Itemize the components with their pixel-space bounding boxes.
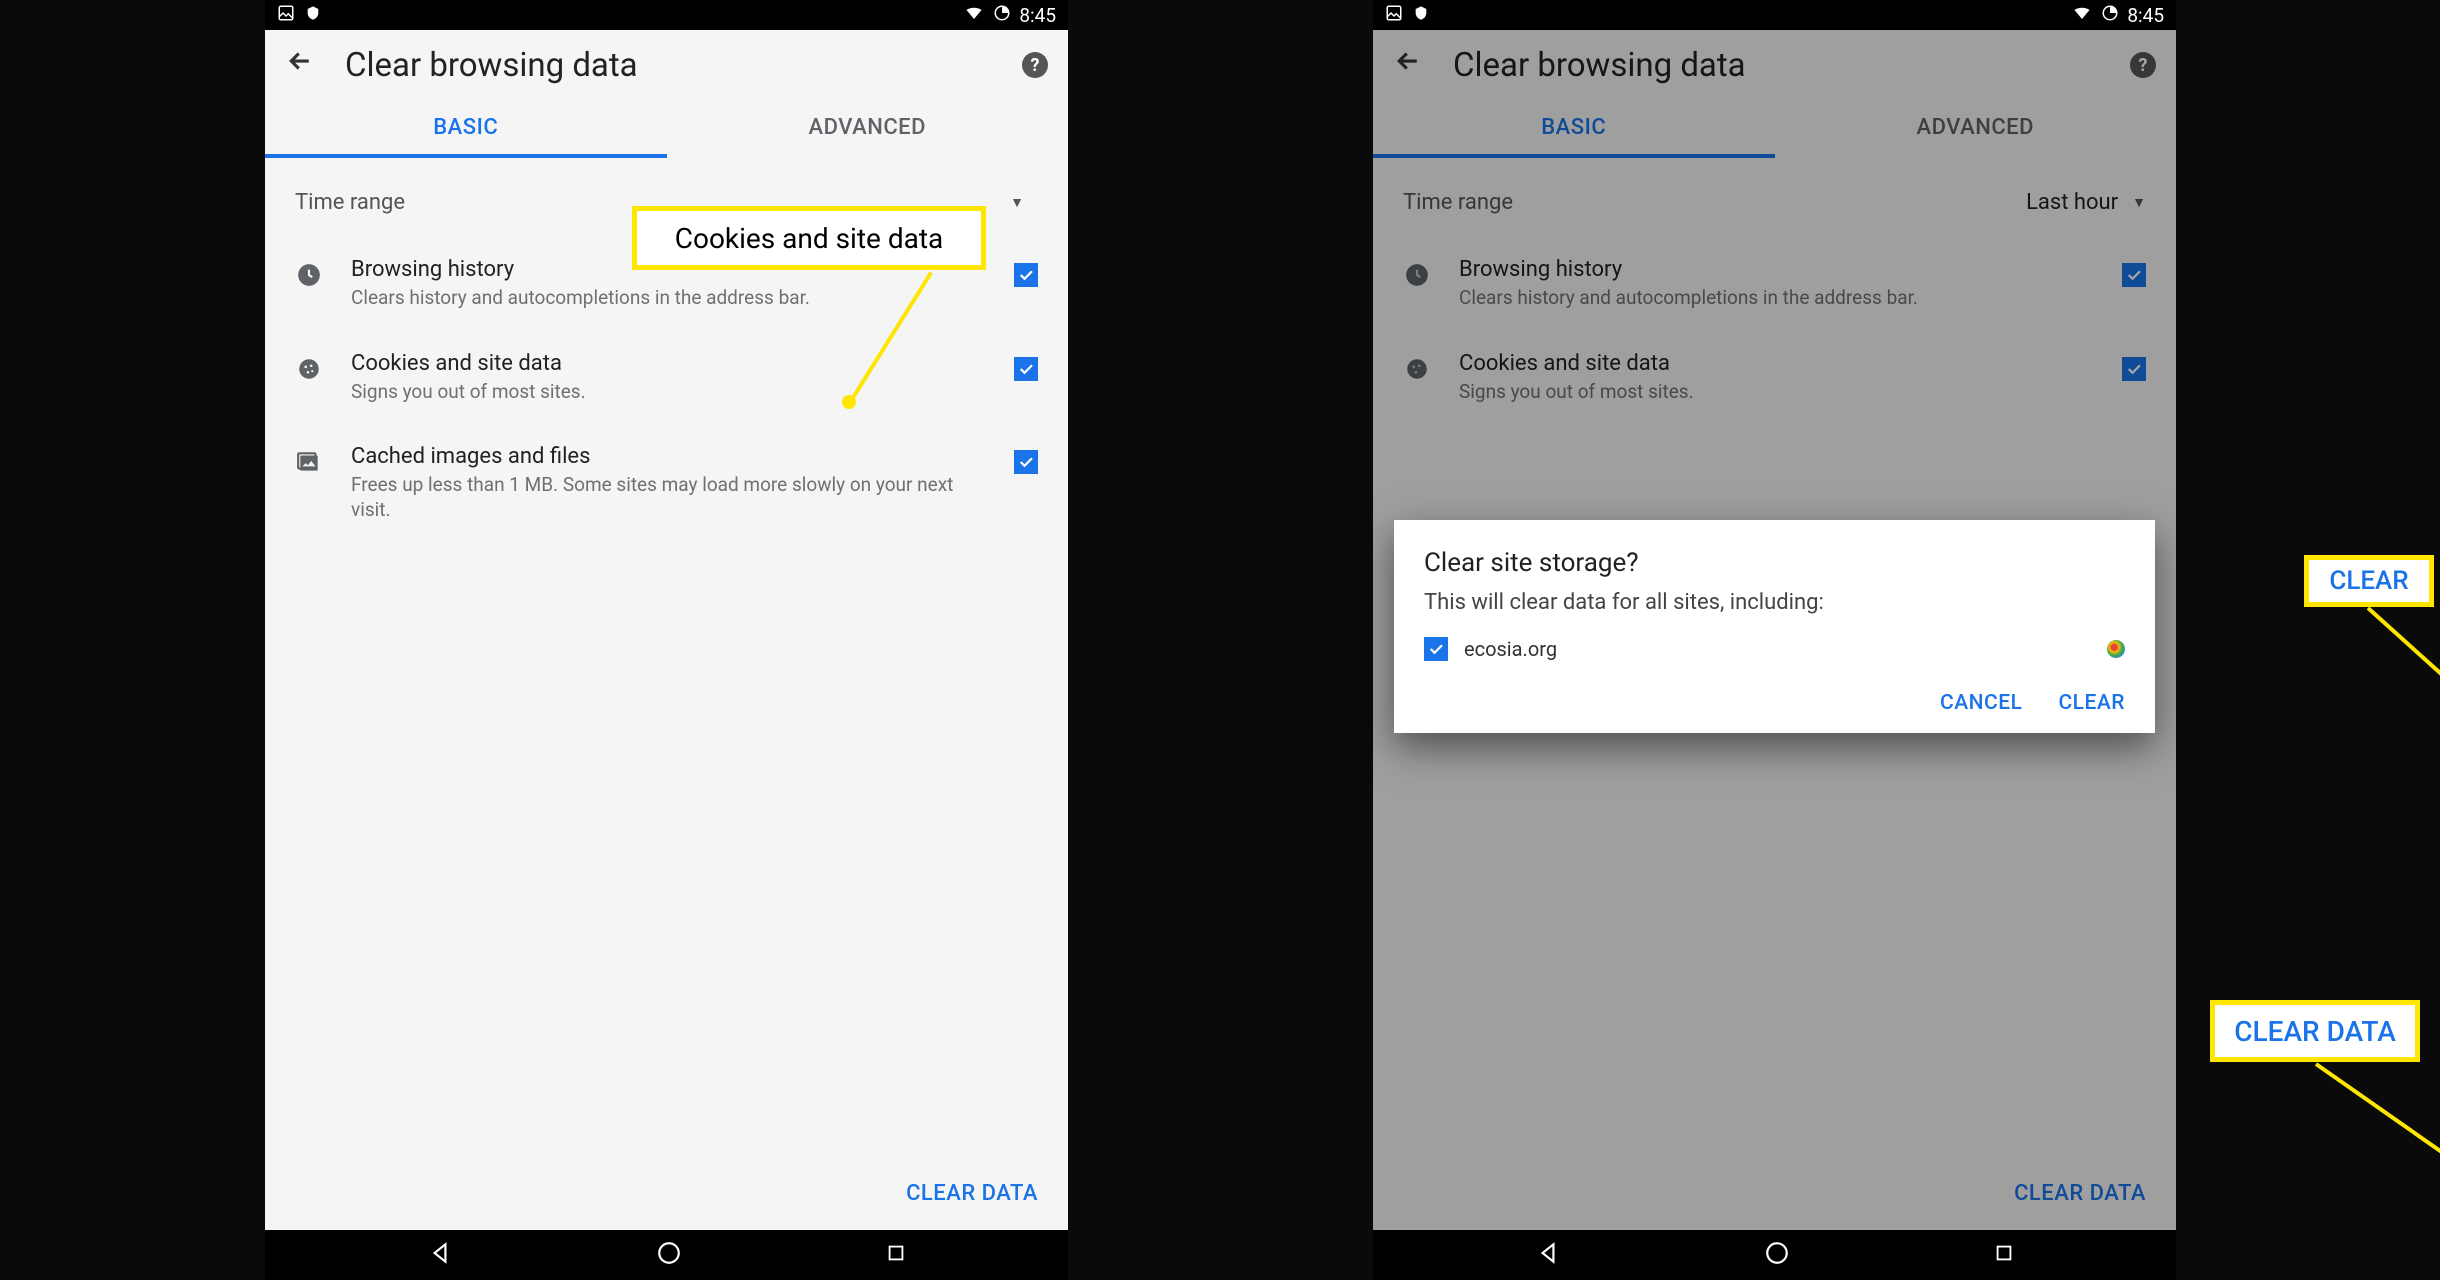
status-time: 8:45 xyxy=(1019,4,1056,27)
nav-bar xyxy=(1373,1230,2176,1280)
dialog-site-row[interactable]: ecosia.org xyxy=(1424,637,2125,661)
shield-icon xyxy=(1413,4,1429,27)
checkbox[interactable] xyxy=(1424,637,1448,661)
chrome-favicon-icon xyxy=(2107,640,2125,658)
option-cookies[interactable]: Cookies and site data Signs you out of m… xyxy=(295,331,1038,425)
option-cached[interactable]: Cached images and files Frees up less th… xyxy=(295,424,1038,542)
clear-data-button[interactable]: CLEAR DATA xyxy=(2014,1181,2146,1206)
phone-right: 8:45 Clear browsing data ? BASIC ADVANCE… xyxy=(1373,0,2176,1280)
chevron-down-icon: ▼ xyxy=(1010,194,1024,211)
dialog-text: This will clear data for all sites, incl… xyxy=(1424,590,2125,615)
annotation-cookies-label: Cookies and site data xyxy=(632,206,986,270)
option-desc: Clears history and autocompletions in th… xyxy=(351,286,986,311)
screen: Clear browsing data ? BASIC ADVANCED Tim… xyxy=(1373,30,2176,1230)
annotation-dot xyxy=(842,395,856,409)
image-icon xyxy=(277,4,295,27)
image-icon xyxy=(1385,4,1403,27)
clear-data-button[interactable]: CLEAR DATA xyxy=(906,1181,1038,1206)
cookie-icon xyxy=(1403,355,1431,383)
tabs: BASIC ADVANCED xyxy=(265,100,1068,158)
back-arrow-icon[interactable] xyxy=(285,46,315,84)
app-bar: Clear browsing data ? xyxy=(1373,30,2176,100)
option-cookies[interactable]: Cookies and site data Signs you out of m… xyxy=(1403,331,2146,425)
option-title: Cookies and site data xyxy=(351,351,986,376)
tab-advanced[interactable]: ADVANCED xyxy=(1775,100,2177,158)
time-range-label: Time range xyxy=(295,190,405,215)
dialog-cancel-button[interactable]: CANCEL xyxy=(1940,691,2022,715)
help-icon[interactable]: ? xyxy=(2130,52,2156,78)
option-desc: Clears history and autocompletions in th… xyxy=(1459,286,2094,311)
wifi-icon xyxy=(963,4,985,27)
status-bar: 8:45 xyxy=(265,0,1068,30)
dialog-site-name: ecosia.org xyxy=(1464,637,2091,661)
annotation-clear-data-label: CLEAR DATA xyxy=(2210,1000,2420,1062)
option-title: Cookies and site data xyxy=(1459,351,2094,376)
checkbox[interactable] xyxy=(2122,263,2146,287)
page-title: Clear browsing data xyxy=(1453,46,2100,85)
nav-recent-icon[interactable] xyxy=(1993,1242,2015,1268)
option-desc: Signs you out of most sites. xyxy=(1459,380,2094,405)
cookie-icon xyxy=(295,355,323,383)
wifi-icon xyxy=(2071,4,2093,27)
annotation-line xyxy=(2315,1062,2440,1162)
checkbox[interactable] xyxy=(1014,357,1038,381)
app-bar: Clear browsing data ? xyxy=(265,30,1068,100)
option-title: Browsing history xyxy=(1459,257,2094,282)
tab-basic[interactable]: BASIC xyxy=(1373,100,1775,158)
annotation-line xyxy=(2367,607,2440,686)
clock-icon xyxy=(295,261,323,289)
clock-icon xyxy=(1403,261,1431,289)
tab-advanced[interactable]: ADVANCED xyxy=(667,100,1069,158)
checkbox[interactable] xyxy=(2122,357,2146,381)
chevron-down-icon: ▼ xyxy=(2132,194,2146,211)
option-title: Cached images and files xyxy=(351,444,986,469)
dialog-title: Clear site storage? xyxy=(1424,548,2125,578)
checkbox[interactable] xyxy=(1014,263,1038,287)
nav-back-icon[interactable] xyxy=(427,1240,453,1270)
dialog-clear-button[interactable]: CLEAR xyxy=(2058,691,2125,715)
tabs: BASIC ADVANCED xyxy=(1373,100,2176,158)
time-range-selector[interactable]: Time range Last hour ▼ xyxy=(1403,180,2146,237)
time-range-label: Time range xyxy=(1403,190,1513,215)
nav-recent-icon[interactable] xyxy=(885,1242,907,1268)
time-range-value: Last hour xyxy=(2026,190,2118,215)
clock-loading-icon xyxy=(2101,4,2119,27)
page-title: Clear browsing data xyxy=(345,46,992,85)
checkbox[interactable] xyxy=(1014,450,1038,474)
clear-storage-dialog: Clear site storage? This will clear data… xyxy=(1394,520,2155,733)
status-time: 8:45 xyxy=(2127,4,2164,27)
back-arrow-icon[interactable] xyxy=(1393,46,1423,84)
clock-loading-icon xyxy=(993,4,1011,27)
option-desc: Frees up less than 1 MB. Some sites may … xyxy=(351,473,986,522)
option-browsing-history[interactable]: Browsing history Clears history and auto… xyxy=(1403,237,2146,331)
nav-bar xyxy=(265,1230,1068,1280)
phone-left: 8:45 Clear browsing data ? BASIC ADVANCE… xyxy=(265,0,1068,1280)
shield-icon xyxy=(305,4,321,27)
images-icon xyxy=(295,448,323,476)
help-icon[interactable]: ? xyxy=(1022,52,1048,78)
nav-back-icon[interactable] xyxy=(1535,1240,1561,1270)
nav-home-icon[interactable] xyxy=(656,1240,682,1270)
option-desc: Signs you out of most sites. xyxy=(351,380,986,405)
annotation-clear-label: CLEAR xyxy=(2304,555,2434,607)
tab-basic[interactable]: BASIC xyxy=(265,100,667,158)
status-bar: 8:45 xyxy=(1373,0,2176,30)
nav-home-icon[interactable] xyxy=(1764,1240,1790,1270)
